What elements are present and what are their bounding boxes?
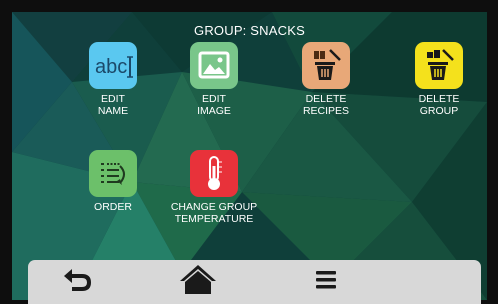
thermometer-icon	[190, 150, 238, 197]
change-group-temperature-button[interactable]: CHANGE GROUP TEMPERATURE	[154, 150, 274, 225]
edit-image-button[interactable]: EDIT IMAGE	[154, 42, 274, 117]
order-list-icon	[89, 150, 137, 197]
change-group-temperature-label: CHANGE GROUP TEMPERATURE	[170, 201, 258, 225]
touch-screen: GROUP: SNACKS abc EDIT NAME EDIT IMAGE D…	[12, 12, 487, 300]
delete-group-label: DELETE GROUP	[418, 93, 460, 117]
image-icon	[190, 42, 238, 89]
delete-group-button[interactable]: DELETE GROUP	[379, 42, 487, 117]
abc-text: abc	[95, 56, 127, 78]
edit-image-label: EDIT IMAGE	[197, 93, 231, 117]
abc-text-icon: abc	[89, 42, 137, 89]
page-title: GROUP: SNACKS	[194, 23, 305, 38]
delete-recipes-icon	[302, 42, 350, 89]
home-button[interactable]	[176, 262, 220, 298]
delete-recipes-label: DELETE RECIPES	[302, 93, 350, 117]
delete-group-icon	[415, 42, 463, 89]
menu-button[interactable]	[306, 262, 350, 298]
home-icon	[180, 265, 216, 294]
menu-icon	[316, 271, 336, 289]
delete-recipes-button[interactable]: DELETE RECIPES	[266, 42, 386, 117]
back-arrow-icon	[64, 269, 92, 291]
back-button[interactable]	[56, 262, 100, 298]
bottom-navigation-bar	[28, 260, 481, 304]
device-frame: GROUP: SNACKS abc EDIT NAME EDIT IMAGE D…	[0, 0, 498, 304]
